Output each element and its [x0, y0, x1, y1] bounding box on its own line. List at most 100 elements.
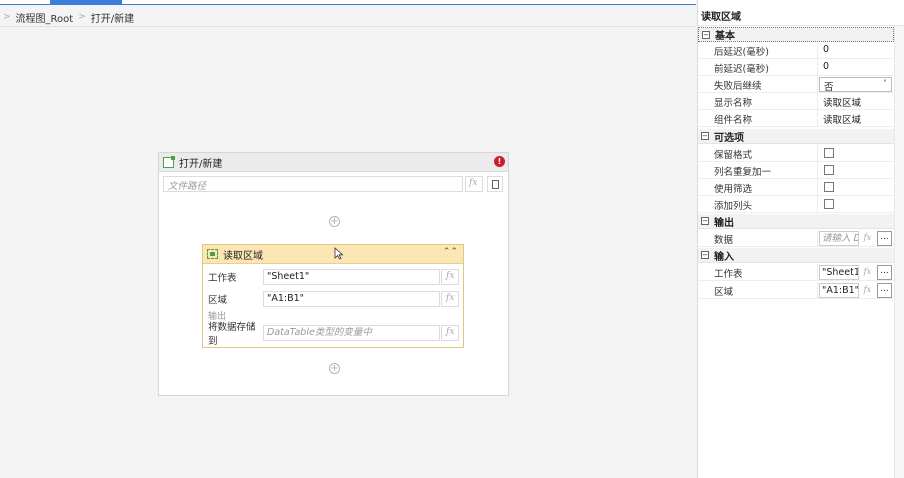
open-new-card-title: 打开/新建 — [179, 158, 223, 170]
prop-row-continue-on-error[interactable]: 失败后继续 否 ˅ — [698, 76, 894, 93]
sheet-input[interactable]: "Sheet1" — [819, 265, 859, 280]
prop-row-range[interactable]: 区域 "A1:B1" fx ... — [698, 282, 894, 299]
open-new-activity-card[interactable]: 打开/新建 ! 文件路径 fx + 读取区域 ⌃⌃ 工作表 "Sheet1" f… — [158, 152, 509, 396]
prop-name: 后延迟(毫秒) — [714, 47, 769, 58]
section-optional[interactable]: − 可选项 — [698, 129, 894, 144]
fx-icon: fx — [446, 293, 455, 303]
fx-icon: fx — [446, 271, 455, 281]
prop-name: 区域 — [714, 287, 734, 298]
sheet-field-input[interactable]: "Sheet1" — [263, 269, 440, 285]
section-basic[interactable]: − 基本 — [698, 27, 894, 42]
range-field-label: 区域 — [208, 295, 228, 306]
collapse-toggle-icon[interactable]: − — [701, 251, 709, 259]
output-variable-input[interactable]: DataTable类型的变量中 — [263, 325, 440, 341]
breadcrumb-separator-icon: > — [3, 12, 11, 22]
sheet-field-label: 工作表 — [208, 273, 237, 284]
prop-divider — [817, 93, 818, 110]
prop-divider — [817, 179, 818, 196]
prop-divider — [817, 76, 818, 93]
prop-row-delay-after[interactable]: 后延迟(毫秒) 0 — [698, 42, 894, 59]
collapse-toggle-icon[interactable]: − — [701, 217, 709, 225]
prop-divider — [817, 162, 818, 179]
read-range-card-title: 读取区域 — [223, 250, 263, 262]
prop-name: 使用筛选 — [714, 184, 753, 195]
collapse-toggle-icon[interactable]: − — [701, 132, 709, 140]
more-options-button[interactable]: ... — [877, 283, 892, 298]
prop-divider — [817, 145, 818, 162]
prop-name: 添加列头 — [714, 201, 753, 212]
range-expression-button[interactable]: fx — [441, 291, 459, 307]
file-path-placeholder: 文件路径 — [168, 181, 207, 192]
open-new-card-header[interactable]: 打开/新建 ! — [159, 153, 508, 172]
double-chevron-up-icon[interactable]: ⌃⌃ — [443, 247, 458, 257]
prop-divider — [817, 282, 818, 299]
section-optional-title: 可选项 — [714, 132, 744, 144]
prop-value[interactable]: 读取区域 — [823, 95, 861, 109]
section-basic-title: 基本 — [715, 31, 735, 42]
output-expression-button[interactable]: fx — [441, 325, 459, 341]
section-output[interactable]: − 输出 — [698, 214, 894, 229]
prop-value[interactable]: 0 — [823, 61, 829, 72]
file-picker-icon[interactable] — [487, 176, 503, 192]
file-path-expression-button[interactable]: fx — [465, 176, 483, 192]
plus-circle-icon[interactable]: + — [329, 363, 340, 374]
output-field-label: 将数据存储到 — [208, 322, 256, 347]
prop-value[interactable]: 0 — [823, 44, 829, 55]
range-field-input[interactable]: "A1:B1" — [263, 291, 440, 307]
continue-on-error-select[interactable]: 否 ˅ — [819, 77, 892, 93]
range-input[interactable]: "A1:B1" — [819, 283, 859, 298]
read-range-icon — [207, 249, 218, 259]
fx-icon[interactable]: fx — [861, 231, 874, 246]
more-options-button[interactable]: ... — [877, 265, 892, 280]
panel-scrollbar[interactable] — [894, 26, 904, 478]
prop-value[interactable]: 读取区域 — [823, 112, 861, 126]
prop-row-component-name[interactable]: 组件名称 读取区域 — [698, 110, 894, 127]
prop-row-display-name[interactable]: 显示名称 读取区域 — [698, 93, 894, 110]
fx-icon: fx — [469, 178, 478, 188]
sheet-expression-button[interactable]: fx — [441, 269, 459, 285]
chevron-down-icon: ˅ — [883, 79, 887, 88]
collapse-toggle-icon[interactable]: − — [702, 30, 710, 39]
keep-format-checkbox[interactable] — [824, 148, 834, 158]
prop-divider — [817, 42, 818, 59]
tab-strip-underline — [0, 4, 696, 5]
breadcrumb-item-root[interactable]: 流程图_Root — [16, 10, 74, 25]
section-input[interactable]: − 输入 — [698, 248, 894, 263]
prop-row-dedupe-columns[interactable]: 列名重复加一 — [698, 162, 894, 179]
section-output-title: 输出 — [714, 217, 734, 229]
prop-divider — [817, 59, 818, 76]
prop-name: 列名重复加一 — [714, 167, 772, 178]
prop-name: 工作表 — [714, 269, 743, 280]
prop-row-delay-before[interactable]: 前延迟(毫秒) 0 — [698, 59, 894, 76]
prop-name: 数据 — [714, 235, 734, 246]
breadcrumb-item-current[interactable]: 打开/新建 — [91, 10, 134, 25]
add-headers-checkbox[interactable] — [824, 199, 834, 209]
prop-divider — [817, 196, 818, 213]
prop-name: 前延迟(毫秒) — [714, 64, 769, 75]
prop-row-keep-format[interactable]: 保留格式 — [698, 145, 894, 162]
prop-row-sheet[interactable]: 工作表 "Sheet1" fx ... — [698, 264, 894, 281]
prop-name: 失败后继续 — [714, 81, 762, 92]
mouse-cursor-icon — [334, 247, 344, 260]
read-range-card-header[interactable]: 读取区域 ⌃⌃ — [203, 245, 463, 264]
fx-icon[interactable]: fx — [861, 283, 874, 298]
prop-row-data[interactable]: 数据 请输入 Da fx ... — [698, 230, 894, 247]
plus-circle-icon[interactable]: + — [329, 216, 340, 227]
prop-row-use-filter[interactable]: 使用筛选 — [698, 179, 894, 196]
fx-icon[interactable]: fx — [861, 265, 874, 280]
breadcrumb: > 流程图_Root > 打开/新建 — [0, 9, 134, 25]
use-filter-checkbox[interactable] — [824, 182, 834, 192]
error-icon[interactable]: ! — [494, 156, 505, 167]
fx-icon: fx — [446, 327, 455, 337]
file-path-input[interactable]: 文件路径 — [163, 176, 463, 192]
prop-name: 保留格式 — [714, 150, 753, 161]
data-output-input[interactable]: 请输入 Da — [819, 231, 859, 246]
section-input-title: 输入 — [714, 251, 734, 263]
prop-row-add-headers[interactable]: 添加列头 — [698, 196, 894, 213]
properties-panel-title: 读取区域 — [701, 12, 741, 23]
prop-divider — [817, 230, 818, 247]
dedupe-columns-checkbox[interactable] — [824, 165, 834, 175]
breadcrumb-separator-icon: > — [78, 12, 86, 22]
more-options-button[interactable]: ... — [877, 231, 892, 246]
read-range-activity-card[interactable]: 读取区域 ⌃⌃ 工作表 "Sheet1" fx 区域 "A1:B1" fx 输出… — [202, 244, 464, 348]
